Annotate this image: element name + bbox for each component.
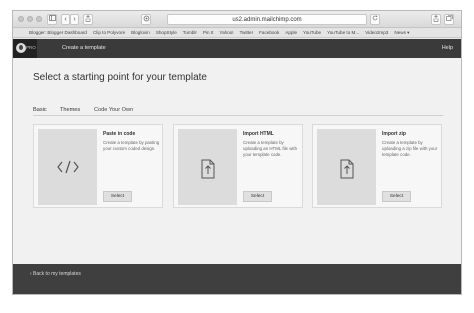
reload-button[interactable]: [370, 14, 380, 25]
bookmark-item[interactable]: Apple: [285, 30, 297, 35]
back-button[interactable]: ‹: [61, 14, 70, 25]
mailchimp-logo[interactable]: PRO: [13, 39, 37, 58]
bookmark-item[interactable]: Facebook: [259, 30, 279, 35]
tabs-icon: [445, 15, 453, 21]
bookmark-item[interactable]: News ▾: [394, 30, 409, 35]
pro-badge: PRO: [26, 45, 36, 50]
help-link[interactable]: Help: [442, 39, 453, 58]
bookmark-item[interactable]: Bloglovin: [131, 30, 150, 35]
card-thumbnail: [178, 129, 237, 205]
browser-toolbar: ‹ › us2.admin.mailchimp.com: [13, 11, 461, 28]
template-tabs: Basic Themes Code Your Own: [33, 106, 443, 116]
upload-icon: [433, 15, 439, 22]
template-option-card: Import HTML Create a template by uploadi…: [173, 124, 303, 208]
tab-basic[interactable]: Basic: [33, 106, 47, 115]
card-title: Paste in code: [103, 131, 136, 137]
freddie-icon: [16, 43, 26, 53]
bookmark-item[interactable]: Yahoo!: [219, 30, 233, 35]
reload-icon: [372, 15, 378, 21]
bookmark-item[interactable]: Twitter: [240, 30, 254, 35]
bookmark-item[interactable]: Tumblr: [183, 30, 197, 35]
tab-overview-button[interactable]: [431, 14, 441, 25]
select-button[interactable]: Select: [103, 191, 132, 202]
card-title: Import HTML: [243, 131, 274, 137]
tab-themes[interactable]: Themes: [60, 106, 80, 115]
select-button[interactable]: Select: [243, 191, 272, 202]
page-title: Create a template: [62, 45, 106, 51]
tab-code-your-own[interactable]: Code Your Own: [94, 106, 133, 115]
card-description: Create a template by uploading a zip fil…: [382, 140, 438, 157]
template-option-card: Paste in code Create a template by pasti…: [33, 124, 163, 208]
bookmark-item[interactable]: Pin It: [203, 30, 213, 35]
bookmark-item[interactable]: Video2mp3: [365, 30, 388, 35]
card-description: Create a template by uploading an HTML f…: [243, 140, 298, 157]
minimize-window-button[interactable]: [27, 16, 33, 22]
close-window-button[interactable]: [18, 16, 24, 22]
forward-button[interactable]: ›: [70, 14, 79, 25]
select-button[interactable]: Select: [382, 191, 411, 202]
app-footer: ‹ Back to my templates: [13, 264, 461, 294]
bookmark-item[interactable]: Blogger: Blogger Dashboard: [29, 30, 87, 35]
bookmark-item[interactable]: ShopStyle: [156, 30, 177, 35]
app-header: PRO Create a template Help: [13, 39, 461, 58]
bookmark-item[interactable]: YouTube: [303, 30, 321, 35]
file-upload-icon: [201, 159, 214, 179]
card-title: Import zip: [382, 131, 406, 137]
card-thumbnail: [317, 129, 376, 205]
sidebar-toggle-button[interactable]: [47, 14, 57, 25]
file-upload-icon: [340, 159, 353, 179]
site-settings-button[interactable]: [141, 14, 151, 25]
template-option-card: Import zip Create a template by uploadin…: [312, 124, 442, 208]
main-content: Select a starting point for your templat…: [13, 58, 461, 264]
tabs-button[interactable]: [444, 14, 454, 25]
bookmark-list: Blogger: Blogger Dashboard Clip to Polyvo…: [29, 28, 415, 37]
address-bar[interactable]: us2.admin.mailchimp.com: [167, 14, 367, 25]
card-description: Create a template by pasting your custom…: [103, 140, 160, 151]
code-icon: [56, 160, 79, 174]
grid-icon[interactable]: [19, 30, 25, 36]
bookmark-item[interactable]: Clip to Polyvore: [93, 30, 125, 35]
back-to-templates-link[interactable]: ‹ Back to my templates: [30, 271, 81, 277]
bookmark-item[interactable]: YouTube to M...: [327, 30, 359, 35]
card-thumbnail: [38, 129, 97, 205]
sidebar-icon: [48, 15, 56, 21]
zoom-window-button[interactable]: [36, 16, 42, 22]
bookmarks-bar: Blogger: Blogger Dashboard Clip to Polyvo…: [13, 28, 461, 38]
url-text: us2.admin.mailchimp.com: [232, 17, 302, 23]
section-heading: Select a starting point for your templat…: [33, 72, 207, 83]
settings-icon: [143, 15, 149, 22]
share-button[interactable]: [83, 14, 93, 25]
share-icon: [85, 15, 91, 22]
browser-window: ‹ › us2.admin.mailchimp.com Blogger: Blo…: [12, 10, 462, 295]
